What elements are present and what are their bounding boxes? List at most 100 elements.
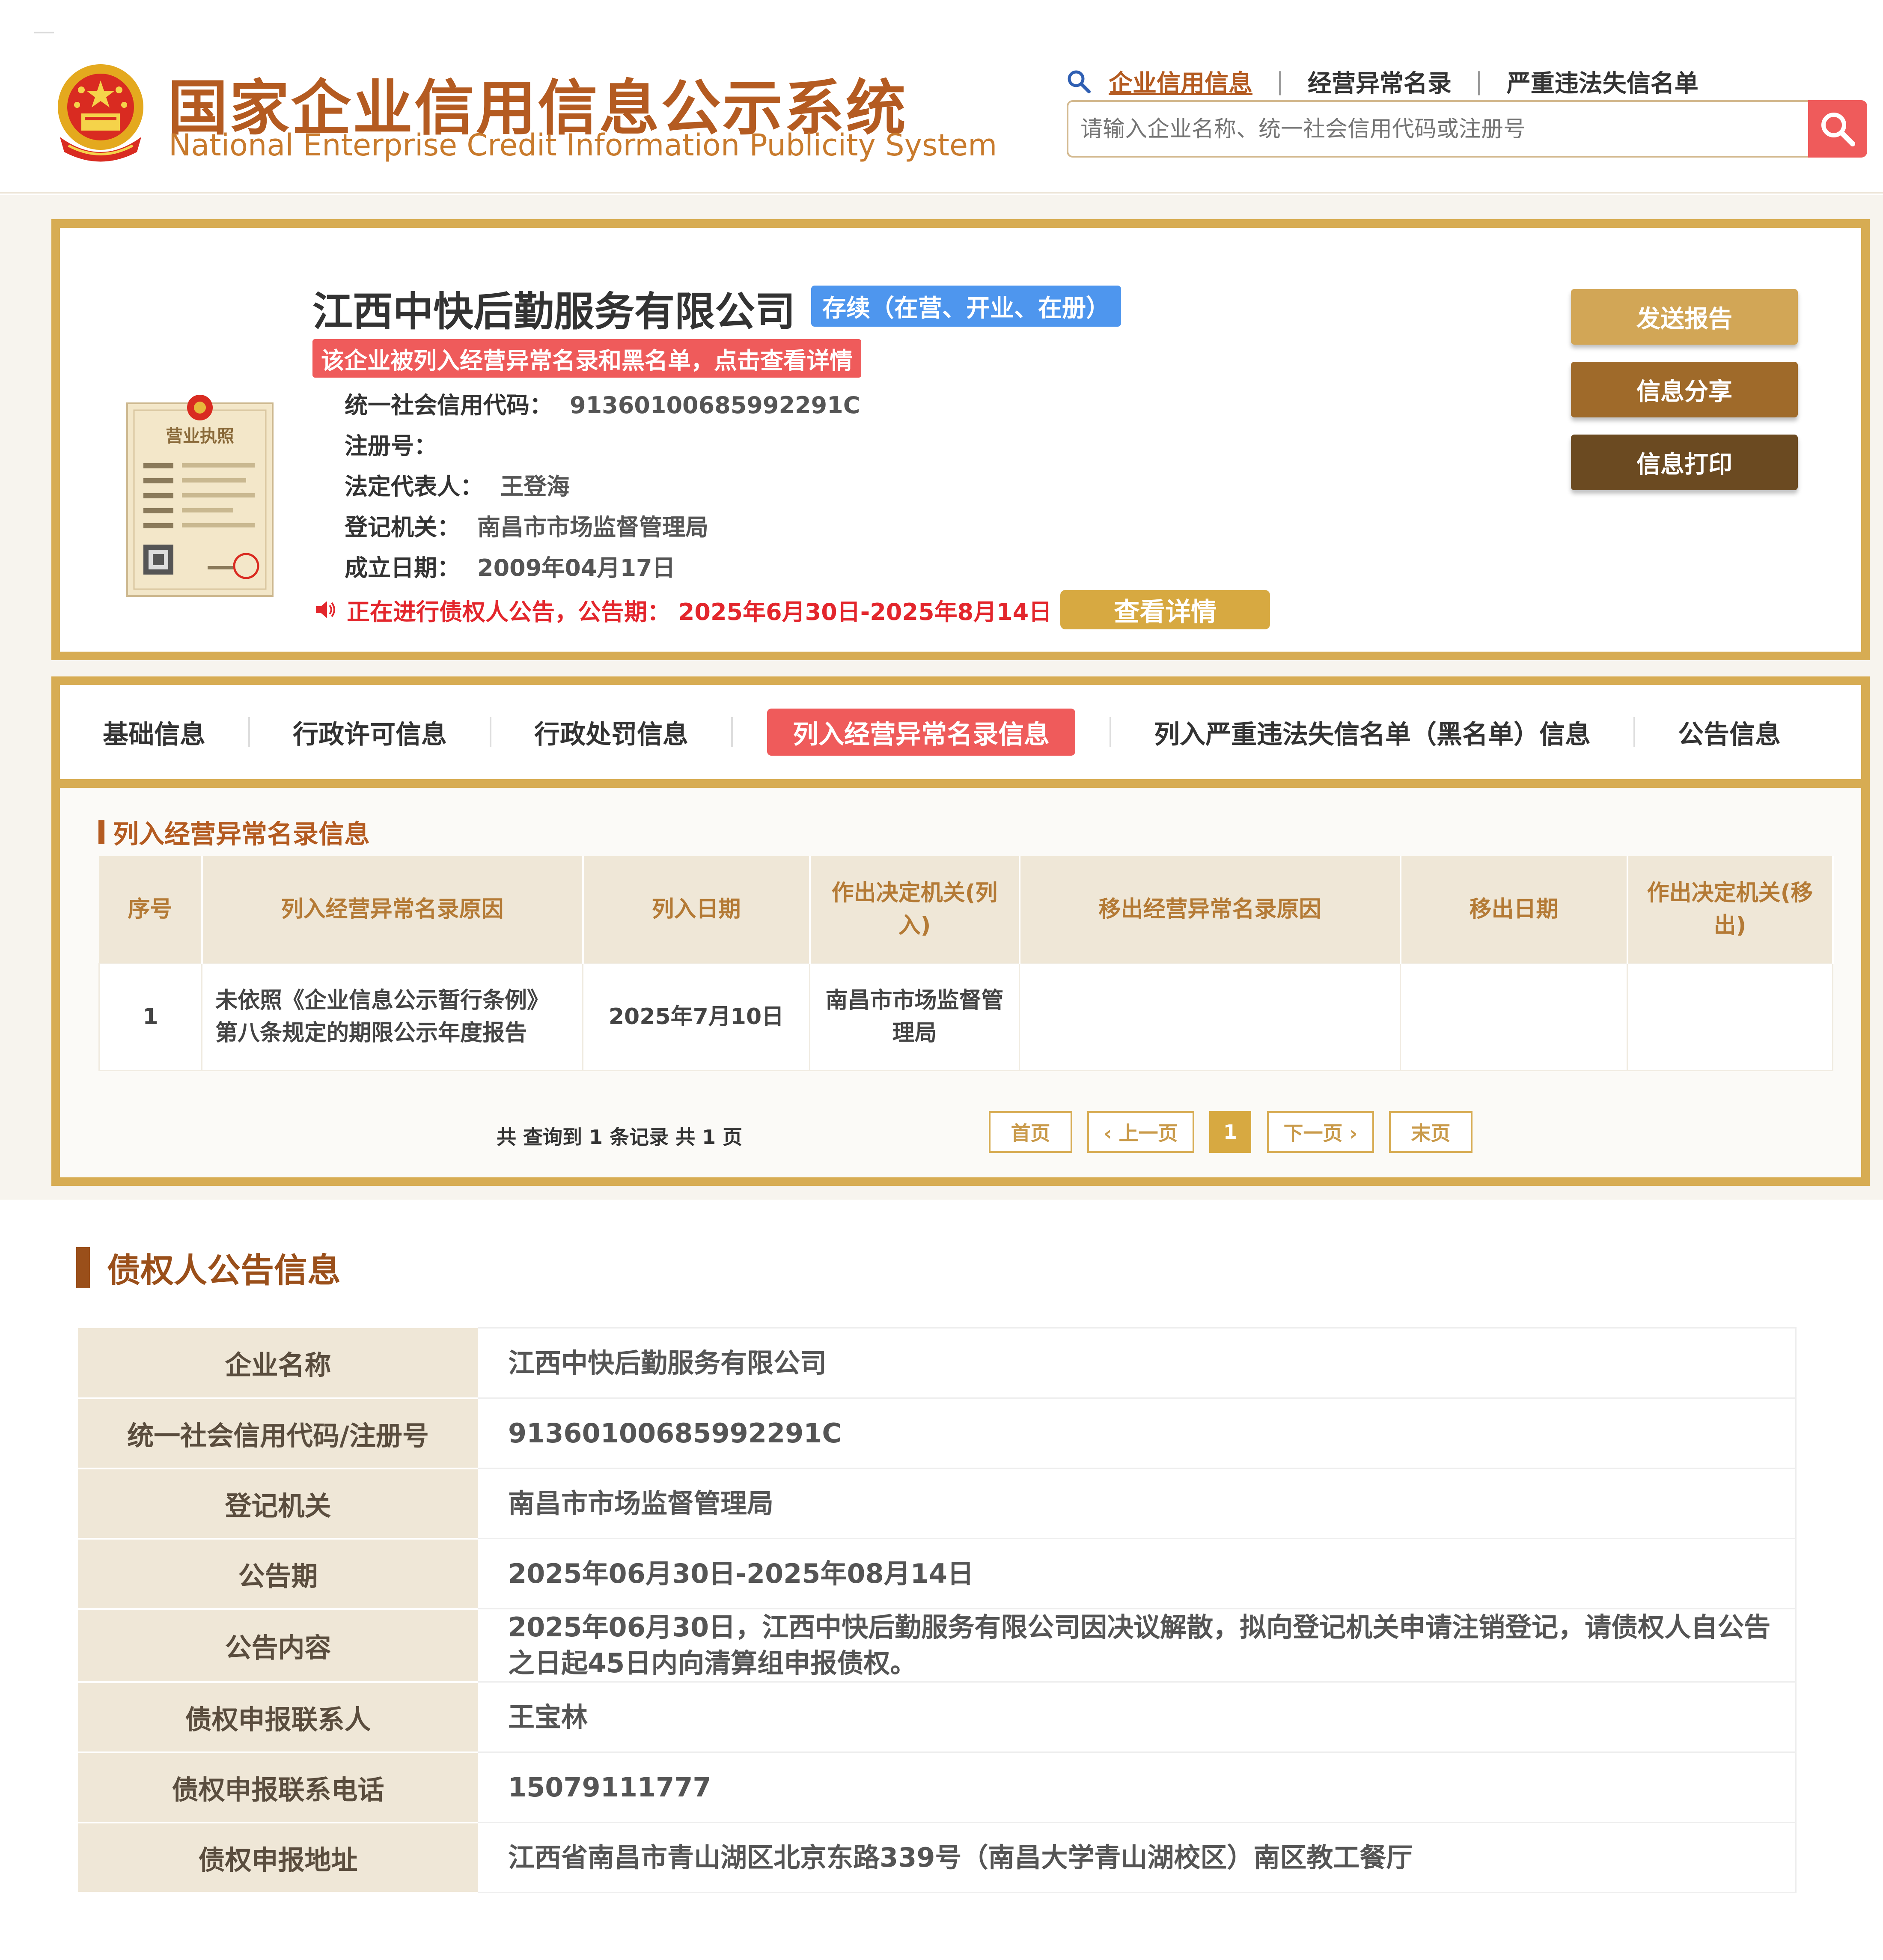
tab-divider (731, 717, 733, 747)
top-nav: 企业信用信息 | 经营异常名录 | 严重违法失信名单 (1066, 64, 1699, 98)
credit-code-value: 91360100685992291C (570, 392, 860, 419)
search-button[interactable] (1808, 100, 1867, 158)
row-value: 2025年06月30日-2025年08月14日 (478, 1538, 1797, 1609)
row-value: 15079111777 (478, 1752, 1797, 1823)
table-row: 债权申报联系人 王宝林 (78, 1682, 1797, 1753)
current-page-button[interactable]: 1 (1209, 1111, 1251, 1153)
table-row: 债权申报联系电话 15079111777 (78, 1752, 1797, 1823)
legal-rep-label: 法定代表人： (345, 473, 483, 500)
row-value: 91360100685992291C (478, 1398, 1797, 1469)
print-info-button[interactable]: 信息打印 (1571, 435, 1798, 490)
prev-page-button[interactable]: ‹ 上一页 (1087, 1111, 1194, 1153)
search-icon (1068, 70, 1091, 93)
row-value: 江西省南昌市青山湖区北京东路339号（南昌大学青山湖校区）南区教工餐厅 (478, 1822, 1797, 1893)
legal-rep-value: 王登海 (500, 473, 570, 500)
abnormal-section-title-text: 列入经营异常名录信息 (113, 819, 370, 849)
row-label: 公告期 (78, 1538, 478, 1610)
founded-label: 成立日期： (345, 554, 460, 581)
cell-date: 2025年7月10日 (582, 962, 810, 1071)
tab-admin-license[interactable]: 行政许可信息 (293, 709, 447, 756)
send-report-button[interactable]: 发送报告 (1571, 289, 1798, 345)
credit-code-row: 统一社会信用代码： 91360100685992291C (345, 386, 860, 420)
col-header-date: 列入日期 (583, 856, 811, 963)
speaker-icon (316, 601, 335, 618)
row-value: 2025年06月30日，江西中快后勤服务有限公司因决议解散，拟向登记机关申请注销… (478, 1609, 1797, 1683)
tab-basic-info[interactable]: 基础信息 (103, 709, 205, 756)
creditor-section-title: 债权人公告信息 (76, 1244, 341, 1292)
tab-divider (490, 717, 491, 747)
credit-code-label: 统一社会信用代码： (345, 392, 553, 419)
tab-abnormal-list[interactable]: 列入经营异常名录信息 (767, 709, 1075, 756)
reg-no-row: 注册号： (345, 427, 454, 461)
company-name: 江西中快后勤服务有限公司 (312, 289, 796, 335)
row-label: 统一社会信用代码/注册号 (78, 1398, 478, 1469)
col-header-authority: 作出决定机关(列入) (809, 856, 1020, 963)
cell-authority: 南昌市市场监督管理局 (809, 962, 1020, 1071)
tab-announcements[interactable]: 公告信息 (1678, 709, 1781, 756)
founded-value: 2009年04月17日 (477, 554, 675, 581)
nav-separator: | (1475, 67, 1483, 95)
cell-removal-date (1400, 962, 1628, 1071)
abnormal-section-title: 列入经营异常名录信息 (98, 813, 370, 851)
nav-blacklist-link[interactable]: 严重违法失信名单 (1507, 64, 1699, 99)
record-summary: 共 查询到 1 条记录 共 1 页 (497, 1126, 743, 1149)
tab-divider (1110, 717, 1111, 747)
row-label: 企业名称 (78, 1328, 478, 1399)
header-divider (34, 32, 54, 33)
table-row: 1 未依照《企业信息公示暂行条例》第八条规定的期限公示年度报告 2025年7月1… (98, 962, 1833, 1071)
search-icon (1821, 113, 1855, 146)
tab-bar-divider (60, 779, 1861, 788)
tab-panel: 基础信息 行政许可信息 行政处罚信息 列入经营异常名录信息 列入严重违法失信名单… (51, 676, 1870, 1186)
table-row: 统一社会信用代码/注册号 91360100685992291C (78, 1398, 1797, 1469)
blacklist-warning-banner[interactable]: 该企业被列入经营异常名录和黑名单，点击查看详情 (312, 339, 861, 378)
tab-admin-penalty[interactable]: 行政处罚信息 (534, 709, 688, 756)
first-page-button[interactable]: 首页 (989, 1111, 1072, 1153)
section-marker (76, 1247, 90, 1288)
site-header: 国家企业信用信息公示系统 National Enterprise Credit … (0, 0, 1883, 194)
share-info-button[interactable]: 信息分享 (1571, 362, 1798, 417)
creditor-notice-text: 正在进行债权人公告，公告期： 2025年6月30日-2025年8月14日 (347, 598, 1052, 626)
col-header-reason: 列入经营异常名录原因 (202, 856, 584, 963)
license-title: 营业执照 (166, 426, 234, 446)
table-row: 公告内容 2025年06月30日，江西中快后勤服务有限公司因决议解散，拟向登记机… (78, 1609, 1797, 1683)
cell-index: 1 (98, 962, 202, 1071)
authority-row: 登记机关： 南昌市市场监督管理局 (345, 508, 708, 542)
tab-bar: 基础信息 行政许可信息 行政处罚信息 列入经营异常名录信息 列入严重违法失信名单… (60, 685, 1861, 779)
row-label: 登记机关 (78, 1468, 478, 1540)
cell-reason: 未依照《企业信息公示暂行条例》第八条规定的期限公示年度报告 (201, 962, 583, 1071)
status-badge: 存续（在营、开业、在册） (811, 286, 1121, 327)
row-label: 债权申报联系电话 (78, 1752, 478, 1823)
tab-divider (248, 717, 250, 747)
reg-no-label: 注册号： (345, 432, 437, 459)
cell-removal-reason (1019, 962, 1401, 1071)
row-label: 债权申报联系人 (78, 1682, 478, 1753)
row-label: 公告内容 (78, 1609, 478, 1683)
col-header-removal-reason: 移出经营异常名录原因 (1019, 856, 1401, 963)
section-marker (98, 820, 104, 844)
business-license-image[interactable]: 营业执照 (126, 386, 274, 600)
search-box (1067, 100, 1867, 158)
national-emblem-icon (58, 64, 143, 162)
nav-abnormal-list-link[interactable]: 经营异常名录 (1308, 64, 1452, 99)
authority-value: 南昌市市场监督管理局 (477, 514, 708, 541)
tab-blacklist[interactable]: 列入严重违法失信名单（黑名单）信息 (1154, 709, 1591, 756)
creditor-table: 企业名称 江西中快后勤服务有限公司 统一社会信用代码/注册号 913601006… (78, 1327, 1797, 1894)
col-header-removal-date: 移出日期 (1400, 856, 1628, 963)
col-header-removal-authority: 作出决定机关(移出) (1627, 856, 1834, 963)
nav-credit-info-link[interactable]: 企业信用信息 (1109, 64, 1252, 99)
col-header-index: 序号 (99, 856, 203, 963)
table-row: 公告期 2025年06月30日-2025年08月14日 (78, 1538, 1797, 1610)
search-input[interactable] (1080, 112, 1748, 146)
last-page-button[interactable]: 末页 (1389, 1111, 1472, 1153)
company-card: 营业执照 江西中快后勤服务有限公司 存续（在营、开业、在册） 该企业被列入经营异… (51, 219, 1870, 660)
abnormal-table: 序号 列入经营异常名录原因 列入日期 作出决定机关(列入) 移出经营异常名录原因… (98, 856, 1834, 1071)
next-page-button[interactable]: 下一页 › (1267, 1111, 1374, 1153)
table-row: 债权申报地址 江西省南昌市青山湖区北京东路339号（南昌大学青山湖校区）南区教工… (78, 1822, 1797, 1894)
view-details-button[interactable]: 查看详情 (1060, 590, 1270, 629)
creditor-section-title-text: 债权人公告信息 (107, 1251, 341, 1290)
creditor-notice-row: 正在进行债权人公告，公告期： 2025年6月30日-2025年8月14日 查看详… (312, 588, 1270, 631)
table-row: 登记机关 南昌市市场监督管理局 (78, 1468, 1797, 1540)
table-row: 企业名称 江西中快后勤服务有限公司 (78, 1327, 1797, 1399)
row-value: 江西中快后勤服务有限公司 (478, 1327, 1797, 1399)
nav-separator: | (1276, 67, 1284, 95)
